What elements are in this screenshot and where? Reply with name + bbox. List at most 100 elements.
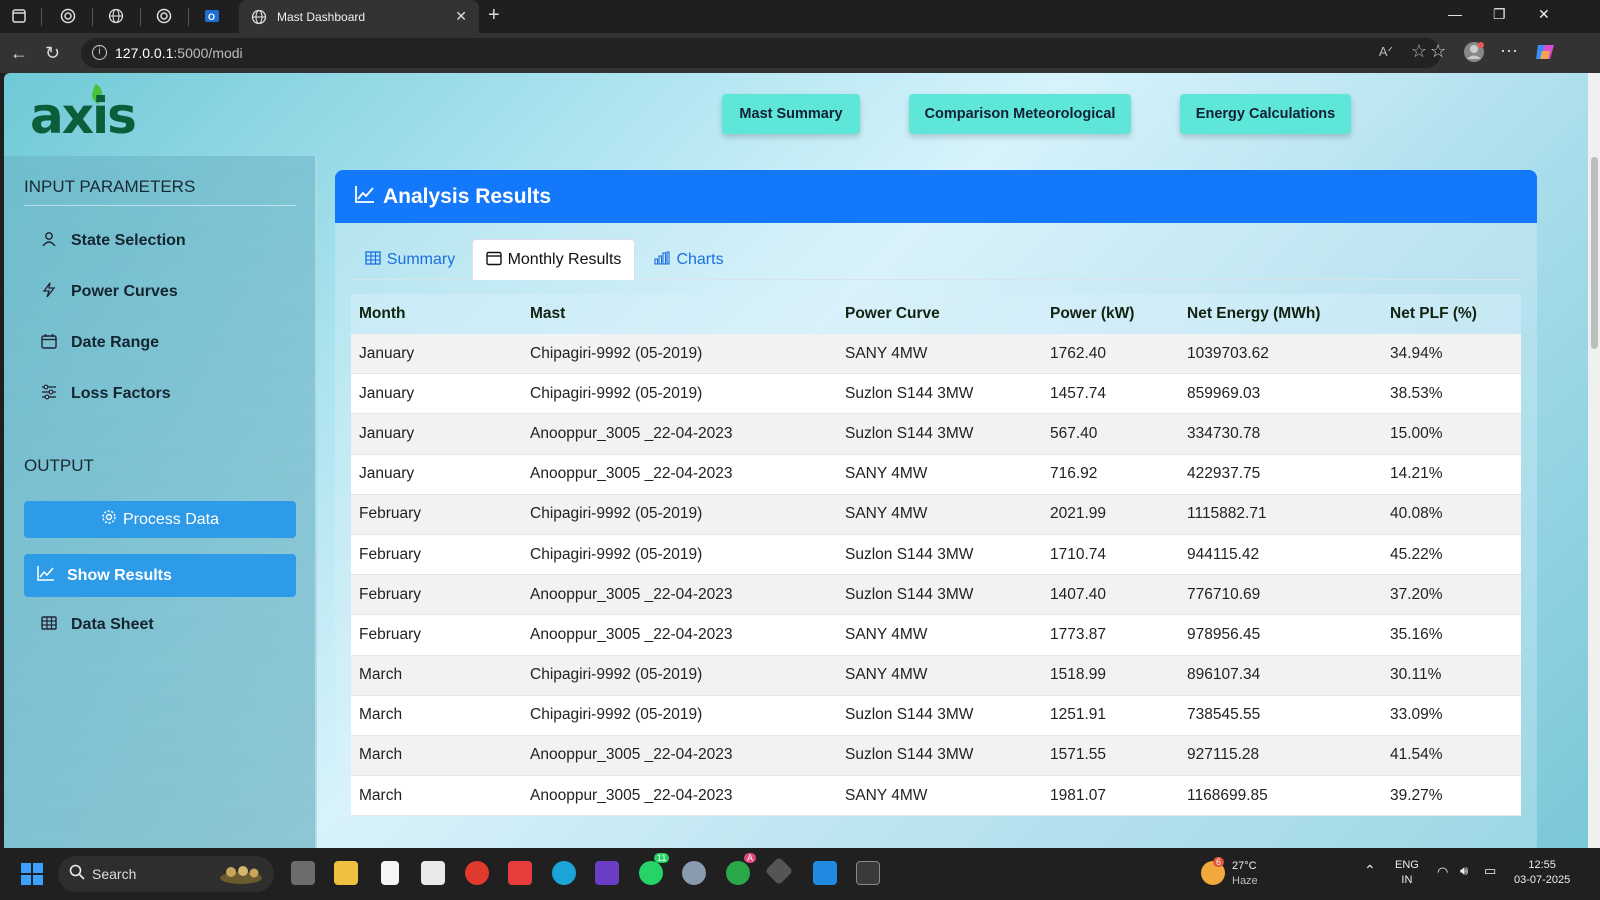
table-row[interactable]: February Chipagiri-9992 (05-2019) SANY 4MW… <box>351 494 1521 535</box>
comparison-meteorological-button[interactable]: Comparison Meteorological <box>909 94 1131 134</box>
sidebar-item-data-sheet[interactable]: Data Sheet <box>24 605 296 645</box>
paint-icon[interactable] <box>595 861 619 885</box>
user-icon <box>40 231 58 251</box>
refresh-icon[interactable]: ↻ <box>45 43 60 64</box>
volume-icon[interactable]: 🔊︎ <box>1460 863 1468 879</box>
energy-calculations-button[interactable]: Energy Calculations <box>1180 94 1351 134</box>
minimize-icon[interactable]: — <box>1448 6 1462 22</box>
table-row[interactable]: January Chipagiri-9992 (05-2019) SANY 4MW 1… <box>351 334 1521 375</box>
column-header[interactable]: Net Energy (MWh) <box>1179 305 1382 323</box>
close-window-icon[interactable]: ✕ <box>1538 6 1550 23</box>
close-tab-icon[interactable]: ✕ <box>455 8 467 25</box>
table-cell: February <box>359 545 422 563</box>
task-view-icon[interactable] <box>291 861 315 885</box>
edge-icon[interactable] <box>552 861 576 885</box>
tab-favicon-icon[interactable] <box>57 5 79 27</box>
back-icon[interactable]: ← <box>10 43 28 64</box>
axis-logo[interactable]: axis <box>30 83 137 145</box>
new-tab-icon[interactable]: + <box>488 4 500 27</box>
chrome-profile-icon[interactable] <box>726 861 750 885</box>
anydesk-icon[interactable] <box>508 861 532 885</box>
column-header[interactable]: Month <box>351 305 522 323</box>
svg-text:O: O <box>208 12 215 22</box>
table-cell: January <box>359 424 415 442</box>
monthly-results-table: Month Mast Power Curve Power (kW) Net En… <box>351 294 1521 817</box>
sidebar-item-loss-factors[interactable]: Loss Factors <box>24 374 296 414</box>
table-cell: 14.21% <box>1390 465 1443 483</box>
lang-top: ENG <box>1395 859 1419 871</box>
table-cell: Anooppur_3005 _22-04-2023 <box>530 786 733 804</box>
weather-widget[interactable]: 27°C Haze <box>1232 859 1258 889</box>
copilot-icon[interactable] <box>1534 41 1556 68</box>
terminal-icon[interactable] <box>856 861 880 885</box>
table-row[interactable]: January Anooppur_3005 _22-04-2023 Suzlon S… <box>351 414 1521 455</box>
settings-icon[interactable] <box>682 861 706 885</box>
column-header[interactable]: Power Curve <box>837 305 1042 323</box>
table-cell: 1773.87 <box>1050 625 1107 643</box>
sidebar-item-state-selection[interactable]: State Selection <box>24 221 296 261</box>
gear-icon <box>101 509 117 530</box>
sidebar-toggle-icon[interactable] <box>8 5 30 27</box>
table-cell: 37.20% <box>1390 585 1443 603</box>
table-row[interactable]: March Anooppur_3005 _22-04-2023 SANY 4MW 19… <box>351 776 1521 817</box>
page-scrollbar-thumb[interactable] <box>1591 157 1598 349</box>
table-cell: 1457.74 <box>1050 384 1107 402</box>
table-cell: 1168699.85 <box>1187 786 1268 804</box>
more-menu-icon[interactable]: ⋯ <box>1500 41 1518 62</box>
tab-title: Mast Dashboard <box>277 9 366 24</box>
tab-mast-dashboard[interactable]: Mast Dashboard ✕ <box>239 0 479 33</box>
table-row[interactable]: January Chipagiri-9992 (05-2019) Suzlon S1… <box>351 374 1521 415</box>
tab-summary[interactable]: Summary <box>351 239 469 280</box>
clock[interactable]: 12:55 03-07-2025 <box>1514 858 1570 888</box>
tab-monthly-results[interactable]: Monthly Results <box>472 239 635 280</box>
table-cell: Suzlon S144 3MW <box>845 424 974 442</box>
restore-icon[interactable]: ❐ <box>1493 6 1506 23</box>
table-row[interactable]: February Chipagiri-9992 (05-2019) Suzlon S… <box>351 534 1521 576</box>
globe-icon[interactable] <box>105 5 127 27</box>
file-explorer-icon[interactable] <box>334 861 358 885</box>
language-indicator[interactable]: ENG IN <box>1395 858 1419 888</box>
table-cell: 896107.34 <box>1187 666 1261 684</box>
table-cell: 41.54% <box>1390 746 1443 764</box>
column-header[interactable]: Net PLF (%) <box>1382 305 1521 323</box>
tab-separator <box>188 8 189 26</box>
chevron-up-icon[interactable]: ⌃ <box>1364 862 1376 879</box>
table-cell: 1407.40 <box>1050 585 1107 603</box>
tab-favicon-icon[interactable] <box>153 5 175 27</box>
whatsapp-icon[interactable] <box>639 861 663 885</box>
info-icon[interactable]: i <box>92 45 107 60</box>
git-icon[interactable] <box>764 856 794 886</box>
taskbar-search[interactable]: Search <box>58 856 274 892</box>
favorites-icon[interactable]: ☆ <box>1430 41 1446 62</box>
snipping-tool-icon[interactable] <box>421 861 445 885</box>
read-aloud-icon[interactable]: Aᐟ <box>1379 44 1393 60</box>
table-row[interactable]: March Chipagiri-9992 (05-2019) SANY 4MW 151… <box>351 655 1521 696</box>
column-header[interactable]: Mast <box>522 305 837 323</box>
chrome-icon[interactable] <box>465 861 489 885</box>
windows-start-icon[interactable] <box>20 862 44 886</box>
browser-tab-bar: O Mast Dashboard ✕ + — ❐ ✕ <box>0 0 1600 33</box>
outlook-icon[interactable]: O <box>201 5 223 27</box>
clock-time: 12:55 <box>1528 859 1556 871</box>
wifi-icon[interactable]: ◠ <box>1437 864 1448 880</box>
table-row[interactable]: March Anooppur_3005 _22-04-2023 Suzlon S14… <box>351 735 1521 777</box>
battery-icon[interactable]: ▭ <box>1484 863 1496 879</box>
url-bar[interactable]: i 127.0.0.1:5000/modi Aᐟ ☆ <box>81 38 1441 68</box>
show-results-button[interactable]: Show Results <box>24 554 296 597</box>
panel-title: Analysis Results <box>383 184 552 208</box>
sidebar-item-power-curves[interactable]: Power Curves <box>24 272 296 312</box>
table-row[interactable]: February Anooppur_3005 _22-04-2023 Suzlon … <box>351 575 1521 616</box>
notepad-icon[interactable] <box>381 861 399 885</box>
column-header[interactable]: Power (kW) <box>1042 305 1179 323</box>
vscode-icon[interactable] <box>813 861 837 885</box>
sidebar-item-date-range[interactable]: Date Range <box>24 323 296 363</box>
table-row[interactable]: February Anooppur_3005 _22-04-2023 SANY 4M… <box>351 615 1521 656</box>
mast-summary-button[interactable]: Mast Summary <box>722 94 860 134</box>
table-cell: Chipagiri-9992 (05-2019) <box>530 505 703 523</box>
table-row[interactable]: January Anooppur_3005 _22-04-2023 SANY 4MW… <box>351 454 1521 495</box>
process-data-button[interactable]: Process Data <box>24 501 296 538</box>
profile-avatar-icon[interactable] <box>1463 41 1485 68</box>
table-row[interactable]: March Chipagiri-9992 (05-2019) Suzlon S144… <box>351 695 1521 736</box>
favorite-star-icon[interactable]: ☆ <box>1411 41 1427 62</box>
tab-charts[interactable]: Charts <box>639 239 739 280</box>
